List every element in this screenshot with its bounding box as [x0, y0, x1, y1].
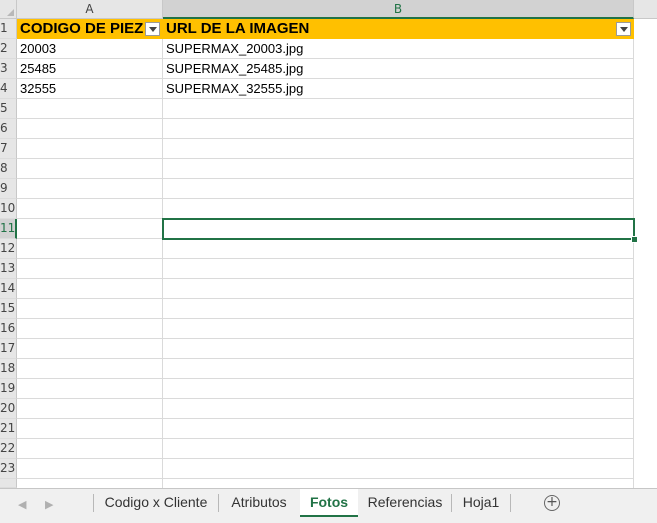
row-header[interactable]: 17	[0, 339, 17, 359]
cell-a2[interactable]: 20003	[17, 39, 163, 59]
header-cell-url[interactable]: URL DE LA IMAGEN	[163, 19, 634, 39]
row-header[interactable]: 15	[0, 299, 17, 319]
row-header-partial[interactable]	[0, 479, 17, 488]
row-header[interactable]: 10	[0, 199, 17, 219]
row-header[interactable]: 11	[0, 219, 17, 239]
active-cell-selection[interactable]	[162, 218, 635, 240]
column-header-a[interactable]: A	[17, 0, 163, 19]
row-header[interactable]: 12	[0, 239, 17, 259]
row-header[interactable]: 1	[0, 19, 17, 39]
row-gridline	[17, 358, 634, 359]
tab-codigo-x-cliente[interactable]: Codigo x Cliente	[94, 489, 218, 517]
row-header[interactable]: 6	[0, 119, 17, 139]
row-gridline	[17, 438, 634, 439]
row-header[interactable]: 2	[0, 39, 17, 59]
row-header[interactable]: 5	[0, 99, 17, 119]
filter-dropdown-icon[interactable]	[616, 22, 631, 36]
row-gridline	[17, 158, 634, 159]
row-header[interactable]: 22	[0, 439, 17, 459]
tab-divider	[510, 494, 511, 512]
row-gridline	[17, 398, 634, 399]
fill-handle[interactable]	[631, 236, 638, 243]
row-header[interactable]: 4	[0, 79, 17, 99]
cell-a3[interactable]: 25485	[17, 59, 163, 79]
row-header[interactable]: 8	[0, 159, 17, 179]
row-header[interactable]: 14	[0, 279, 17, 299]
header-label-url: URL DE LA IMAGEN	[166, 20, 310, 37]
tab-hoja1[interactable]: Hoja1	[452, 489, 510, 517]
sheet-tab-bar: ◀ ▶ Codigo x Cliente Atributos Fotos Ref…	[0, 488, 657, 523]
row-gridline	[17, 478, 634, 479]
row-header[interactable]: 16	[0, 319, 17, 339]
row-gridline	[17, 378, 634, 379]
cell-b3[interactable]: SUPERMAX_25485.jpg	[163, 59, 634, 79]
row-header[interactable]: 23	[0, 459, 17, 479]
column-header-c-partial[interactable]	[634, 0, 657, 19]
header-label-codigo: CODIGO DE PIEZ	[20, 20, 144, 37]
row-gridline	[17, 338, 634, 339]
row-header[interactable]: 19	[0, 379, 17, 399]
row-gridline	[17, 178, 634, 179]
tab-scroll-left-icon[interactable]: ◀	[18, 498, 26, 511]
tab-referencias[interactable]: Referencias	[359, 489, 451, 517]
worksheet-grid[interactable]: CODIGO DE PIEZ URL DE LA IMAGEN 20003 SU…	[17, 19, 657, 488]
row-gridline	[17, 318, 634, 319]
row-gridline	[17, 138, 634, 139]
row-gridline	[17, 198, 634, 199]
column-header-b[interactable]: B	[163, 0, 634, 19]
cell-a4[interactable]: 32555	[17, 79, 163, 99]
select-all-corner[interactable]	[0, 0, 17, 19]
row-gridline	[17, 258, 634, 259]
header-cell-codigo[interactable]: CODIGO DE PIEZ	[17, 19, 163, 39]
row-header[interactable]: 9	[0, 179, 17, 199]
row-gridline	[17, 418, 634, 419]
row-gridline	[17, 118, 634, 119]
cell-b4[interactable]: SUPERMAX_32555.jpg	[163, 79, 634, 99]
row-header[interactable]: 7	[0, 139, 17, 159]
filter-dropdown-icon[interactable]	[145, 22, 160, 36]
row-gridline	[17, 298, 634, 299]
row-gridline	[17, 458, 634, 459]
row-header[interactable]: 13	[0, 259, 17, 279]
row-header[interactable]: 3	[0, 59, 17, 79]
row-header[interactable]: 18	[0, 359, 17, 379]
row-header[interactable]: 20	[0, 399, 17, 419]
tab-atributos[interactable]: Atributos	[219, 489, 299, 517]
tab-scroll-right-icon[interactable]: ▶	[45, 498, 53, 511]
cell-b2[interactable]: SUPERMAX_20003.jpg	[163, 39, 634, 59]
select-all-triangle-icon	[7, 9, 14, 16]
tab-fotos[interactable]: Fotos	[300, 489, 358, 517]
row-header[interactable]: 21	[0, 419, 17, 439]
row-gridline	[17, 278, 634, 279]
add-sheet-icon[interactable]: +	[544, 495, 560, 511]
